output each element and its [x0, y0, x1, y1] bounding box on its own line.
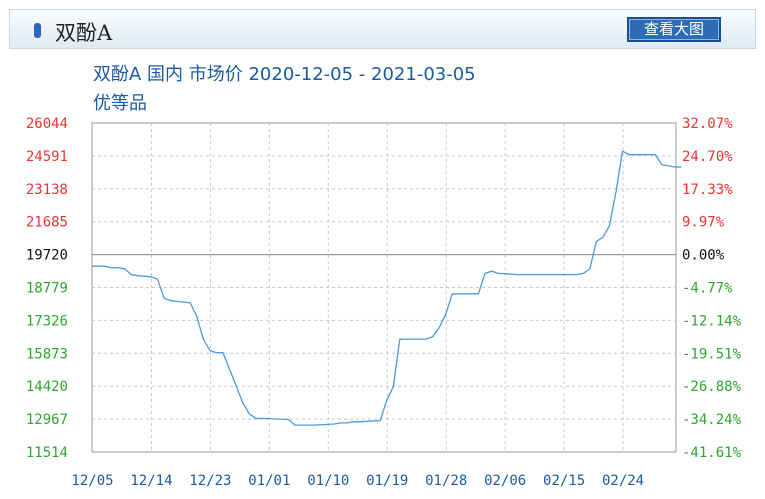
y-right-tick-label: 24.70%: [682, 149, 733, 165]
y-left-tick-label: 18779: [26, 281, 68, 297]
y-right-tick-label: 9.97%: [682, 215, 725, 231]
x-tick-label: 12/23: [189, 473, 231, 489]
y-left-tick-label: 21685: [26, 215, 68, 231]
price-series-line: [92, 150, 682, 426]
y-left-tick-label: 26044: [26, 116, 68, 132]
x-tick-label: 01/19: [366, 473, 408, 489]
y-left-tick-label: 24591: [26, 149, 68, 165]
y-left-tick-label: 12967: [26, 412, 68, 428]
y-right-tick-label: -34.24%: [682, 412, 742, 428]
y-left-tick-label: 14420: [26, 379, 68, 395]
x-tick-label: 02/24: [602, 473, 644, 489]
y-left-tick-label: 19720: [26, 248, 68, 264]
plot-frame: [91, 122, 677, 453]
x-tick-label: 01/10: [307, 473, 349, 489]
x-tick-label: 01/01: [248, 473, 290, 489]
y-right-tick-label: -26.88%: [682, 379, 742, 395]
x-tick-label: 02/15: [543, 473, 585, 489]
y-right-tick-label: 17.33%: [682, 182, 733, 198]
y-right-tick-label: -12.14%: [682, 313, 742, 329]
y-right-tick-label: 0.00%: [682, 248, 725, 264]
x-tick-label: 02/06: [484, 473, 526, 489]
y-left-tick-label: 15873: [26, 346, 68, 362]
x-tick-label: 01/28: [425, 473, 467, 489]
y-left-tick-label: 23138: [26, 182, 68, 198]
y-left-tick-label: 11514: [26, 445, 68, 461]
x-tick-label: 12/05: [71, 473, 113, 489]
y-left-tick-label: 17326: [26, 313, 68, 329]
y-right-tick-label: -4.77%: [682, 281, 733, 297]
y-right-tick-label: -19.51%: [682, 346, 742, 362]
y-right-tick-label: 32.07%: [682, 116, 733, 132]
x-tick-label: 12/14: [130, 473, 172, 489]
price-line-chart: 26044 32.07% 24591 24.70% 23138 17.33% 21685 9.…: [26, 116, 742, 489]
y-right-tick-label: -41.61%: [682, 445, 742, 461]
